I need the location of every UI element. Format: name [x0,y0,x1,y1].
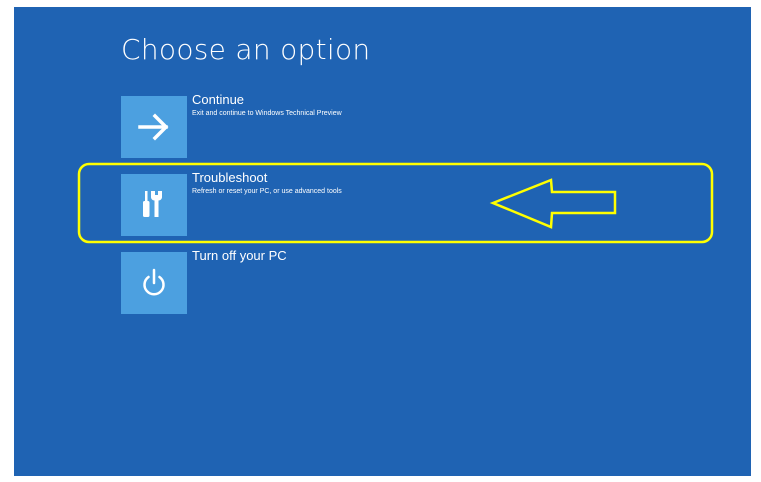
continue-label: Continue [192,92,245,107]
recovery-screen: Choose an option Continue Exit and conti… [14,7,751,476]
page-title: Choose an option [121,33,371,66]
arrow-right-icon [138,113,169,141]
troubleshoot-label: Troubleshoot [192,170,268,185]
continue-description: Exit and continue to Windows Technical P… [192,110,342,117]
turn-off-label: Turn off your PC [192,248,287,263]
troubleshoot-option[interactable]: Troubleshoot Refresh or reset your PC, o… [121,170,381,236]
continue-option[interactable]: Continue Exit and continue to Windows Te… [121,92,381,158]
troubleshoot-description: Refresh or reset your PC, or use advance… [192,188,342,195]
turn-off-tile[interactable] [121,252,187,314]
tools-icon [143,191,162,217]
turn-off-option[interactable]: Turn off your PC [121,248,381,314]
troubleshoot-tile[interactable] [121,174,187,236]
power-icon [143,268,165,296]
continue-tile[interactable] [121,96,187,158]
